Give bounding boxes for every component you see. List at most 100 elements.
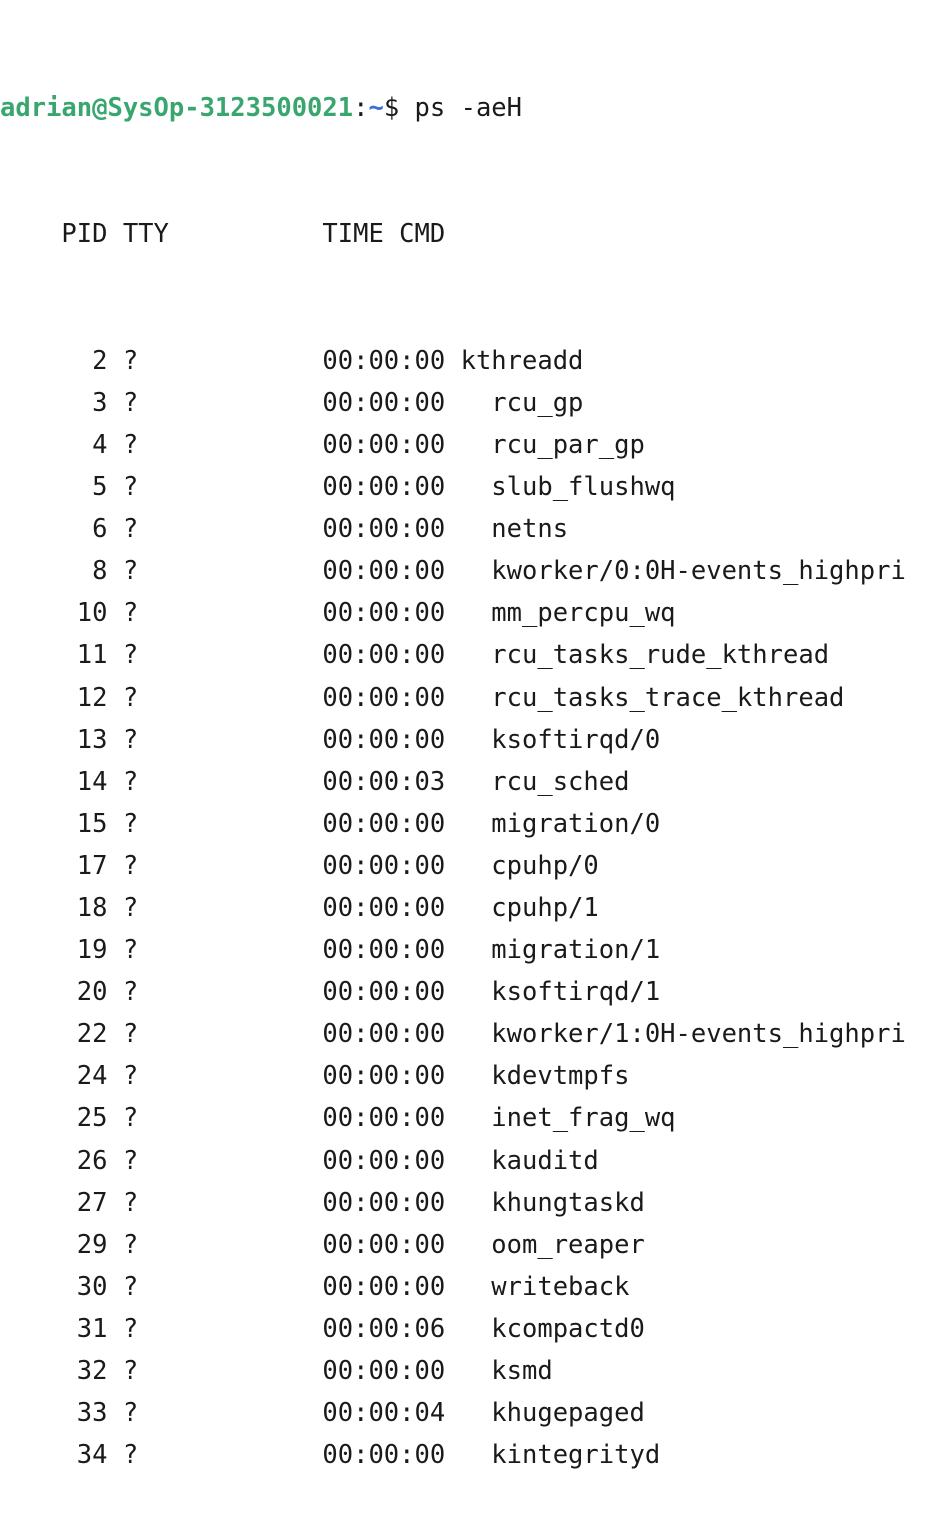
process-tty: ? bbox=[107, 1356, 246, 1386]
process-pid: 4 bbox=[0, 429, 108, 460]
process-time: 00:00:00 bbox=[245, 472, 446, 503]
process-tty: ? bbox=[107, 1061, 246, 1092]
process-row: 29 ? 00:00:00 oom_reaper bbox=[0, 1224, 934, 1266]
process-cmd: rcu_tasks_rude_kthread bbox=[445, 640, 830, 671]
process-pid: 6 bbox=[0, 514, 108, 545]
process-pid: 30 bbox=[0, 1271, 108, 1302]
process-tty: ? bbox=[107, 1398, 246, 1429]
process-tty: ? bbox=[107, 1103, 246, 1134]
process-pid: 15 bbox=[0, 808, 108, 839]
process-time: 00:00:00 bbox=[245, 387, 446, 418]
process-cmd: kworker/1:0H-events_highpri bbox=[445, 1019, 906, 1050]
process-tty: ? bbox=[107, 598, 246, 629]
process-cmd: cpuhp/1 bbox=[445, 892, 599, 923]
process-pid: 18 bbox=[0, 892, 108, 923]
process-row: 3 ? 00:00:00 rcu_gp bbox=[0, 382, 934, 424]
process-cmd: inet_frag_wq bbox=[445, 1103, 676, 1134]
process-tty: ? bbox=[107, 345, 246, 376]
process-row: 25 ? 00:00:00 inet_frag_wq bbox=[0, 1097, 934, 1139]
process-tty: ? bbox=[107, 682, 246, 713]
process-pid: 33 bbox=[0, 1398, 108, 1429]
process-cmd: kauditd bbox=[445, 1145, 599, 1176]
process-cmd: ksmd bbox=[445, 1356, 553, 1386]
process-pid: 25 bbox=[0, 1103, 108, 1134]
process-pid: 32 bbox=[0, 1356, 108, 1386]
process-row: 15 ? 00:00:00 migration/0 bbox=[0, 803, 934, 845]
prompt-path: ~ bbox=[368, 93, 384, 124]
process-time: 00:00:00 bbox=[245, 1061, 446, 1092]
process-list: 2 ? 00:00:00 kthreadd 3 ? 00:00:00 rcu_g… bbox=[0, 340, 934, 1477]
process-cmd: rcu_sched bbox=[445, 766, 630, 797]
process-cmd: oom_reaper bbox=[445, 1229, 645, 1260]
process-time: 00:00:00 bbox=[245, 682, 446, 713]
process-time: 00:00:00 bbox=[245, 345, 446, 376]
process-tty: ? bbox=[107, 1187, 246, 1218]
process-time: 00:00:00 bbox=[245, 1187, 446, 1218]
process-pid: 22 bbox=[0, 1019, 108, 1050]
process-pid: 8 bbox=[0, 556, 108, 587]
process-time: 00:00:00 bbox=[245, 935, 446, 966]
process-row: 33 ? 00:00:04 khugepaged bbox=[0, 1392, 934, 1434]
process-tty: ? bbox=[107, 387, 246, 418]
process-cmd: kdevtmpfs bbox=[445, 1061, 630, 1092]
process-pid: 31 bbox=[0, 1313, 108, 1344]
process-time: 00:00:00 bbox=[245, 1356, 446, 1386]
process-row: 11 ? 00:00:00 rcu_tasks_rude_kthread bbox=[0, 634, 934, 676]
process-tty: ? bbox=[107, 808, 246, 839]
prompt-separator: : bbox=[353, 93, 369, 124]
process-row: 18 ? 00:00:00 cpuhp/1 bbox=[0, 887, 934, 929]
process-row: 30 ? 00:00:00 writeback bbox=[0, 1266, 934, 1308]
process-time: 00:00:00 bbox=[245, 724, 446, 755]
process-tty: ? bbox=[107, 766, 246, 797]
process-row: 24 ? 00:00:00 kdevtmpfs bbox=[0, 1055, 934, 1097]
process-cmd: rcu_gp bbox=[445, 387, 584, 418]
process-tty: ? bbox=[107, 724, 246, 755]
process-time: 00:00:00 bbox=[245, 598, 446, 629]
process-cmd: kintegrityd bbox=[445, 1440, 661, 1471]
process-tty: ? bbox=[107, 1440, 246, 1471]
process-pid: 19 bbox=[0, 935, 108, 966]
process-cmd: kcompactd0 bbox=[445, 1313, 645, 1344]
process-row: 12 ? 00:00:00 rcu_tasks_trace_kthread bbox=[0, 677, 934, 719]
process-time: 00:00:00 bbox=[245, 1271, 446, 1302]
process-cmd: kworker/0:0H-events_highpri bbox=[445, 556, 906, 587]
ps-header: PID TTY TIME CMD bbox=[0, 219, 446, 250]
process-time: 00:00:04 bbox=[245, 1398, 446, 1429]
process-pid: 5 bbox=[0, 472, 108, 503]
process-tty: ? bbox=[107, 1229, 246, 1260]
process-pid: 10 bbox=[0, 598, 108, 629]
process-cmd: ksoftirqd/0 bbox=[445, 724, 661, 755]
process-time: 00:00:00 bbox=[245, 808, 446, 839]
process-time: 00:00:00 bbox=[245, 977, 446, 1008]
command-text: ps -aeH bbox=[414, 93, 523, 124]
process-time: 00:00:00 bbox=[245, 1103, 446, 1134]
process-cmd: netns bbox=[445, 514, 569, 545]
process-row: 6 ? 00:00:00 netns bbox=[0, 508, 934, 550]
process-row: 5 ? 00:00:00 slub_flushwq bbox=[0, 466, 934, 508]
process-pid: 29 bbox=[0, 1229, 108, 1260]
process-row: 2 ? 00:00:00 kthreadd bbox=[0, 340, 934, 382]
process-row: 17 ? 00:00:00 cpuhp/0 bbox=[0, 845, 934, 887]
process-row: 31 ? 00:00:06 kcompactd0 bbox=[0, 1308, 934, 1350]
process-tty: ? bbox=[107, 1313, 246, 1344]
process-tty: ? bbox=[107, 429, 246, 460]
prompt-user-host: adrian@SysOp-3123500021 bbox=[0, 93, 354, 124]
process-cmd: rcu_par_gp bbox=[445, 429, 645, 460]
prompt-symbol: $ bbox=[383, 93, 415, 124]
process-pid: 17 bbox=[0, 850, 108, 881]
process-tty: ? bbox=[107, 514, 246, 545]
process-pid: 12 bbox=[0, 682, 108, 713]
process-tty: ? bbox=[107, 640, 246, 671]
process-cmd: migration/0 bbox=[445, 808, 661, 839]
process-time: 00:00:06 bbox=[245, 1313, 446, 1344]
process-tty: ? bbox=[107, 472, 246, 503]
process-row: 13 ? 00:00:00 ksoftirqd/0 bbox=[0, 719, 934, 761]
process-pid: 27 bbox=[0, 1187, 108, 1218]
process-cmd: khungtaskd bbox=[445, 1187, 645, 1218]
process-pid: 24 bbox=[0, 1061, 108, 1092]
process-cmd: writeback bbox=[445, 1271, 630, 1302]
process-time: 00:00:00 bbox=[245, 640, 446, 671]
terminal-window[interactable]: adrian@SysOp-3123500021:~$ ps -aeH PID T… bbox=[0, 0, 934, 1470]
process-pid: 34 bbox=[0, 1440, 108, 1471]
process-time: 00:00:00 bbox=[245, 892, 446, 923]
